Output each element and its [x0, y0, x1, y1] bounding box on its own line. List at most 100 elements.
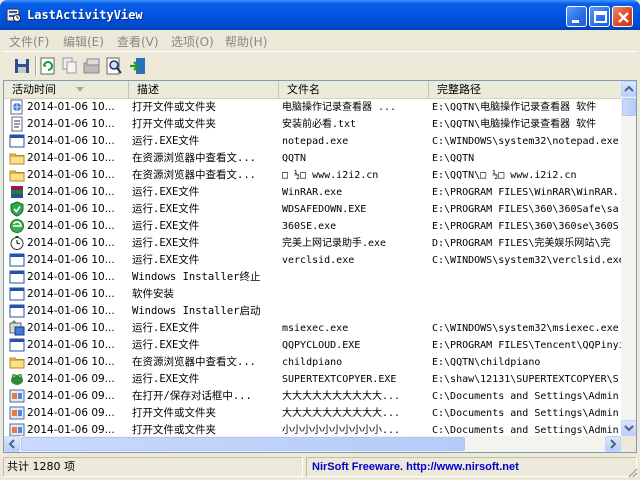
table-row[interactable]: 2014-01-06 09... 打开文件或文件夹 大大大大大大大大大大... C:\…	[4, 405, 622, 422]
cell-description: 运行.EXE文件	[132, 237, 200, 249]
column-header-time[interactable]: 活动时间	[4, 81, 129, 99]
find-button[interactable]	[103, 55, 125, 77]
maximize-button[interactable]	[589, 6, 610, 27]
column-label-filename: 文件名	[287, 83, 320, 96]
scroll-up-button[interactable]	[621, 81, 636, 97]
cell-time: 2014-01-06 10...	[27, 271, 115, 283]
table-row[interactable]: 2014-01-06 10... 运行.EXE文件 WinRAR.exe E:\PRO…	[4, 184, 622, 201]
table-row[interactable]: 2014-01-06 09... 运行.EXE文件 SUPERTEXTCOPYER.…	[4, 371, 622, 388]
table-row[interactable]: 2014-01-06 10... Windows Installer终止	[4, 269, 622, 286]
folder-icon	[9, 357, 25, 369]
cell-filename: msiexec.exe	[282, 323, 349, 334]
cell-description: 打开文件或文件夹	[132, 424, 216, 436]
dialog-icon	[9, 389, 25, 403]
nirsoft-link[interactable]: NirSoft Freeware. http://www.nirsoft.net	[306, 457, 637, 477]
properties-button[interactable]	[81, 55, 103, 77]
cell-time: 2014-01-06 09...	[27, 390, 115, 402]
menu-options[interactable]: 选项(O)	[171, 33, 214, 50]
column-label-description: 描述	[137, 83, 159, 96]
cell-time: 2014-01-06 10...	[27, 135, 115, 147]
cell-path: E:\QQTN	[432, 153, 475, 164]
winrar-icon	[11, 186, 23, 198]
maximize-icon	[594, 11, 607, 23]
cell-path: E:\PROGRAM FILES\WinRAR\WinRAR.	[432, 187, 619, 198]
text-file-icon	[11, 116, 23, 132]
html-file-icon	[10, 99, 23, 115]
column-header-path[interactable]: 完整路径	[429, 81, 624, 99]
cell-time: 2014-01-06 10...	[27, 203, 115, 215]
menu-file[interactable]: 文件(F)	[9, 33, 49, 50]
clock-icon	[10, 236, 24, 250]
table-row[interactable]: 2014-01-06 10... 运行.EXE文件 WDSAFEDOWN.EXE E:…	[4, 201, 622, 218]
scrollbar-corner	[621, 436, 636, 452]
menu-help[interactable]: 帮助(H)	[225, 33, 267, 50]
cell-description: 运行.EXE文件	[132, 322, 200, 334]
scroll-left-button[interactable]	[4, 436, 20, 452]
cell-description: 在打开/保存对话框中...	[132, 390, 252, 402]
table-row[interactable]: 2014-01-06 09... 在打开/保存对话框中... 大大大大大大大大大大.…	[4, 388, 622, 405]
table-row[interactable]: 2014-01-06 10... 打开文件或文件夹 安装前必看.txt E:\QQTN…	[4, 116, 622, 133]
cell-path: D:\PROGRAM FILES\完美娱乐网站\完	[432, 238, 611, 249]
refresh-button[interactable]	[37, 55, 59, 77]
cell-filename: SUPERTEXTCOPYER.EXE	[282, 374, 397, 385]
cell-time: 2014-01-06 10...	[27, 169, 115, 181]
resize-grip-icon[interactable]	[626, 466, 638, 478]
table-body: 2014-01-06 10... 打开文件或文件夹 电脑操作记录查看器 ... E:\…	[4, 99, 622, 436]
menu-edit[interactable]: 编辑(E)	[63, 33, 104, 50]
cell-description: 在资源浏览器中查看文...	[132, 356, 256, 368]
cell-filename: 安装前必看.txt	[282, 119, 357, 130]
column-header-description[interactable]: 描述	[129, 81, 279, 99]
dialog-icon	[9, 406, 25, 420]
table-row[interactable]: 2014-01-06 10... 软件安装	[4, 286, 622, 303]
activity-list[interactable]: 活动时间 描述 文件名 完整路径 2014-01-06 10... 打开文件或文件…	[3, 80, 637, 453]
app-icon	[6, 8, 21, 22]
cell-path: E:\PROGRAM FILES\360\360Safe\sa	[432, 204, 619, 215]
column-label-time: 活动时间	[12, 83, 56, 96]
column-header-filename[interactable]: 文件名	[279, 81, 429, 99]
table-row[interactable]: 2014-01-06 10... 运行.EXE文件 verclsid.exe C:\W…	[4, 252, 622, 269]
table-row[interactable]: 2014-01-06 10... 在资源浏览器中查看文... childpiano E…	[4, 354, 622, 371]
cell-description: 运行.EXE文件	[132, 339, 200, 351]
copy-button[interactable]	[59, 55, 81, 77]
cell-description: 运行.EXE文件	[132, 373, 200, 385]
cell-filename: 大大大大大大大大大大...	[282, 408, 401, 419]
table-row[interactable]: 2014-01-06 10... 运行.EXE文件 完美上网记录助手.exe D:\P…	[4, 235, 622, 252]
close-button[interactable]	[612, 6, 633, 27]
table-row[interactable]: 2014-01-06 09... 打开文件或文件夹 小小小小小小小小小小... C:\…	[4, 422, 622, 436]
table-row[interactable]: 2014-01-06 10... 运行.EXE文件 msiexec.exe C:\WI…	[4, 320, 622, 337]
cell-filename: 大大大大大大大大大大...	[282, 391, 401, 402]
menu-view[interactable]: 查看(V)	[117, 33, 159, 50]
cell-filename	[282, 286, 428, 303]
cell-filename: QQTN	[282, 153, 307, 164]
exit-button[interactable]	[127, 55, 149, 77]
table-row[interactable]: 2014-01-06 10... 运行.EXE文件 notepad.exe C:\WI…	[4, 133, 622, 150]
minimize-button[interactable]	[566, 6, 587, 27]
scroll-down-button[interactable]	[621, 420, 636, 436]
cell-path: C:\Documents and Settings\Admin	[432, 408, 619, 419]
title-bar[interactable]: LastActivityView	[0, 0, 640, 30]
horizontal-scrollbar[interactable]	[4, 436, 621, 452]
cell-filename: 电脑操作记录查看器 ...	[282, 102, 397, 113]
dialog-icon	[9, 423, 25, 436]
scroll-right-button[interactable]	[605, 436, 621, 452]
table-row[interactable]: 2014-01-06 10... 在资源浏览器中查看文... □ ½□ www.i2…	[4, 167, 622, 184]
cell-time: 2014-01-06 10...	[27, 305, 115, 317]
vertical-scroll-thumb[interactable]	[622, 98, 636, 116]
table-row[interactable]: 2014-01-06 10... 运行.EXE文件 360SE.exe E:\PROG…	[4, 218, 622, 235]
horizontal-scroll-thumb[interactable]	[21, 437, 465, 451]
table-row[interactable]: 2014-01-06 10... 运行.EXE文件 QQPYCLOUD.EXE E:\…	[4, 337, 622, 354]
table-row[interactable]: 2014-01-06 10... 在资源浏览器中查看文... QQTN E:\QQTN	[4, 150, 622, 167]
cell-path: C:\WINDOWS\system32\msiexec.exe	[432, 323, 619, 334]
find-icon	[106, 57, 122, 75]
window-icon	[9, 253, 25, 267]
cell-description: 运行.EXE文件	[132, 135, 200, 147]
cell-time: 2014-01-06 10...	[27, 322, 115, 334]
table-row[interactable]: 2014-01-06 10... Windows Installer启动	[4, 303, 622, 320]
cell-time: 2014-01-06 09...	[27, 407, 115, 419]
vertical-scrollbar[interactable]	[621, 81, 636, 436]
cell-path	[432, 286, 622, 303]
chevron-left-icon	[8, 439, 15, 449]
table-row[interactable]: 2014-01-06 10... 打开文件或文件夹 电脑操作记录查看器 ... E:\…	[4, 99, 622, 116]
save-button[interactable]	[11, 55, 33, 77]
cell-filename: notepad.exe	[282, 136, 349, 147]
